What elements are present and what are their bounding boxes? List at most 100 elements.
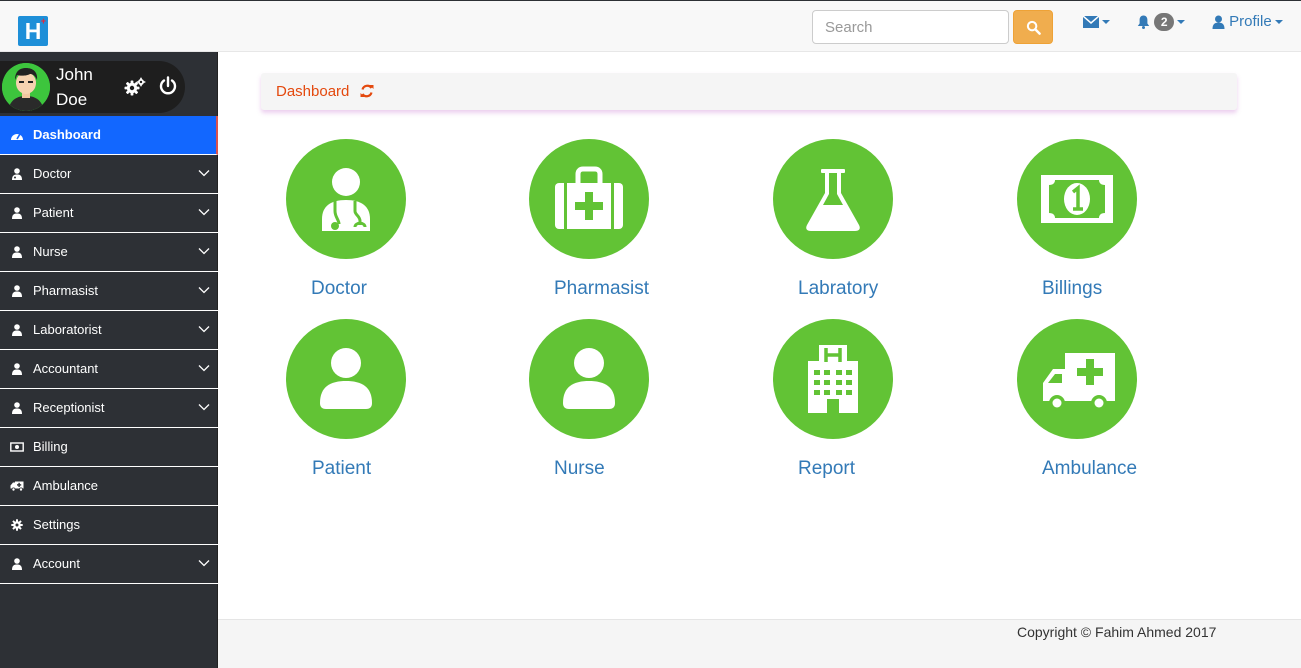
chevron-down-icon	[198, 209, 210, 216]
patient-icon	[320, 348, 372, 409]
sidebar-item-ambulance[interactable]: Ambulance	[0, 467, 218, 506]
notifications-dropdown[interactable]: 2	[1137, 12, 1186, 34]
sidebar-item-patient[interactable]: Patient	[0, 194, 218, 233]
chevron-down-icon	[1102, 20, 1110, 25]
sidebar-item-dashboard[interactable]: Dashboard	[0, 116, 218, 155]
sidebar-item-receptionist[interactable]: Receptionist	[0, 389, 218, 428]
profile-dropdown[interactable]: Profile	[1212, 12, 1283, 34]
sidebar-item-label: Pharmasist	[33, 283, 99, 298]
chevron-down-icon	[1274, 20, 1283, 25]
sidebar-item-label: Nurse	[33, 244, 68, 259]
messages-dropdown[interactable]	[1082, 12, 1110, 34]
sidebar: John Doe Dashboard Doctor Patient Nurse …	[0, 52, 218, 668]
flask-icon	[806, 169, 860, 231]
tile-pharmasist[interactable]: Pharmasist	[523, 139, 723, 309]
chevron-down-icon	[198, 326, 210, 333]
gear-icon	[11, 519, 23, 531]
tile-nurse[interactable]: Nurse	[523, 319, 723, 489]
hospital-logo[interactable]: H +	[18, 16, 48, 46]
sidebar-item-doctor[interactable]: Doctor	[0, 155, 218, 194]
sidebar-item-label: Ambulance	[33, 478, 99, 493]
sidebar-item-label: Billing	[33, 439, 68, 454]
tile-label: Ambulance	[1042, 458, 1138, 479]
tile-label: Doctor	[311, 278, 367, 299]
tile-labratory[interactable]: Labratory	[767, 139, 967, 309]
ambulance-icon	[1043, 353, 1115, 411]
tile-label: Labratory	[798, 278, 879, 299]
tile-pharmasist-circle	[529, 139, 649, 259]
tile-billings[interactable]: Billings	[1011, 139, 1211, 309]
sidebar-item-billing[interactable]: Billing	[0, 428, 218, 467]
sidebar-menu: Dashboard Doctor Patient Nurse Pharmasis…	[0, 116, 218, 584]
chevron-down-icon	[198, 404, 210, 411]
copyright-text: Copyright © Fahim Ahmed 2017	[1017, 624, 1217, 640]
chevron-down-icon	[1177, 20, 1186, 25]
sidebar-item-label: Accountant	[33, 361, 99, 376]
sidebar-item-label: Receptionist	[33, 400, 105, 415]
user-last-name: Doe	[56, 90, 88, 109]
sidebar-item-accountant[interactable]: Accountant	[0, 350, 218, 389]
sidebar-item-label: Doctor	[33, 166, 72, 181]
breadcrumb: Dashboard	[261, 73, 1237, 110]
tile-report[interactable]: Report	[767, 319, 967, 489]
profile-label: Profile	[1229, 13, 1272, 30]
ambulance-icon	[10, 481, 24, 492]
medkit-icon	[555, 166, 623, 229]
sidebar-item-label: Laboratorist	[33, 322, 102, 337]
tile-label: Pharmasist	[554, 278, 650, 299]
user-icon	[12, 207, 22, 219]
cogs-icon[interactable]	[124, 77, 146, 97]
user-md-icon	[12, 168, 22, 180]
sidebar-item-label: Account	[33, 556, 80, 571]
search-button[interactable]	[1013, 10, 1053, 44]
power-icon[interactable]	[158, 76, 178, 96]
tile-label: Patient	[312, 458, 372, 479]
user-panel: John Doe	[0, 61, 185, 113]
tile-patient-circle	[286, 319, 406, 439]
breadcrumb-title[interactable]: Dashboard	[276, 83, 349, 101]
tile-doctor[interactable]: Doctor	[280, 139, 480, 309]
sidebar-item-nurse[interactable]: Nurse	[0, 233, 218, 272]
search-input[interactable]	[812, 10, 1009, 44]
top-navbar: H + 2 Profile	[0, 0, 1301, 52]
tile-report-circle	[773, 319, 893, 439]
notification-badge: 2	[1154, 13, 1175, 32]
chevron-down-icon	[198, 248, 210, 255]
user-icon	[1212, 15, 1225, 30]
sidebar-item-pharmasist[interactable]: Pharmasist	[0, 272, 218, 311]
tile-doctor-circle	[286, 139, 406, 259]
envelope-icon	[1082, 15, 1100, 29]
sidebar-item-laboratorist[interactable]: Laboratorist	[0, 311, 218, 350]
user-first-name: John	[56, 65, 93, 84]
tile-billings-circle	[1017, 139, 1137, 259]
footer: Copyright © Fahim Ahmed 2017	[218, 619, 1301, 668]
nurse-icon	[563, 348, 615, 409]
user-icon	[12, 246, 22, 258]
chevron-down-icon	[198, 287, 210, 294]
user-icon	[12, 402, 22, 414]
tile-label: Nurse	[554, 458, 605, 479]
tile-ambulance[interactable]: Ambulance	[1011, 319, 1211, 489]
user-name: John Doe	[56, 62, 116, 112]
tile-label: Billings	[1042, 278, 1103, 299]
hospital-icon	[808, 345, 858, 413]
sidebar-item-account[interactable]: Account	[0, 545, 218, 584]
chevron-down-icon	[198, 365, 210, 372]
dashboard-icon	[11, 133, 23, 140]
logo-plus: +	[40, 16, 46, 26]
user-icon	[12, 324, 22, 336]
money-bill-icon	[1041, 175, 1113, 223]
tile-patient[interactable]: Patient	[280, 319, 480, 489]
top-border	[0, 0, 1301, 1]
tile-label: Report	[798, 458, 856, 479]
user-icon	[12, 285, 22, 297]
tile-nurse-circle	[529, 319, 649, 439]
chevron-down-icon	[198, 560, 210, 567]
user-icon	[12, 363, 22, 375]
avatar-image	[2, 63, 50, 111]
sidebar-item-label: Dashboard	[33, 127, 101, 142]
refresh-icon[interactable]	[360, 83, 374, 99]
sidebar-item-settings[interactable]: Settings	[0, 506, 218, 545]
search-icon	[1026, 20, 1041, 35]
avatar[interactable]	[2, 63, 50, 111]
